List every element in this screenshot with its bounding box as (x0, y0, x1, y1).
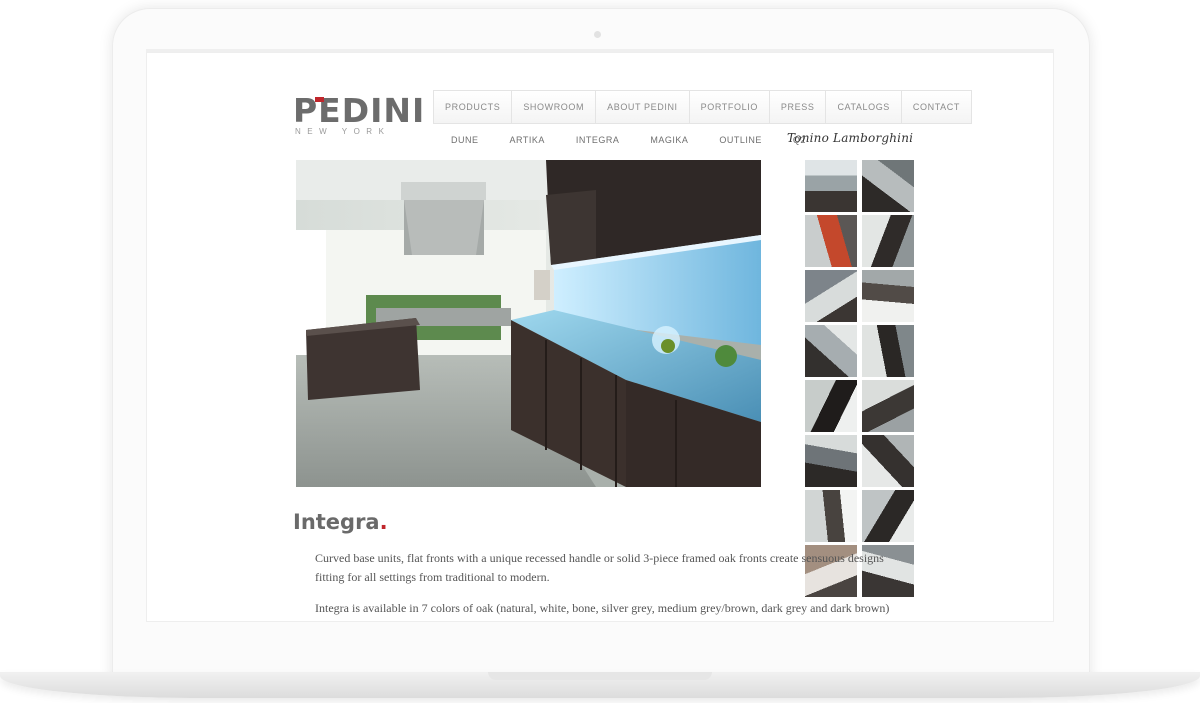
gallery-thumbnail[interactable] (862, 160, 914, 212)
page-title-dot: . (379, 510, 388, 534)
page-title: Integra. (293, 510, 388, 534)
nav-portfolio[interactable]: PORTFOLIO (690, 91, 770, 123)
subnav-outline[interactable]: OUTLINE (719, 135, 762, 145)
logo-accent-bar (315, 97, 324, 102)
gallery-thumbnail[interactable] (805, 160, 857, 212)
tonino-lamborghini-link[interactable]: Tonino Lamborghini (787, 131, 913, 145)
description-paragraph-1: Curved base units, flat fronts with a un… (315, 551, 884, 584)
nav-products[interactable]: PRODUCTS (434, 91, 513, 123)
thumbnail-gallery (805, 160, 914, 597)
gallery-thumbnail[interactable] (805, 215, 857, 267)
logo-text: PEDINI (293, 91, 426, 130)
subnav-dune[interactable]: DUNE (451, 135, 479, 145)
nav-press[interactable]: PRESS (770, 91, 827, 123)
main-nav: PRODUCTS SHOWROOM ABOUT PEDINI PORTFOLIO… (433, 90, 972, 124)
gallery-thumbnail[interactable] (862, 215, 914, 267)
subnav-magika[interactable]: MAGIKA (650, 135, 688, 145)
gallery-thumbnail[interactable] (862, 270, 914, 322)
description-paragraph-2: Integra is available in 7 colors of oak … (315, 601, 890, 615)
browser-screen: PEDINI NEW YORK PRODUCTS SHOWROOM ABOUT … (146, 49, 1054, 622)
gallery-thumbnail[interactable] (862, 490, 914, 542)
nav-showroom[interactable]: SHOWROOM (512, 91, 597, 123)
gallery-thumbnail[interactable] (805, 270, 857, 322)
gallery-thumbnail[interactable] (805, 380, 857, 432)
site-logo[interactable]: PEDINI NEW YORK (293, 94, 424, 136)
camera-dot (594, 31, 601, 38)
kitchen-photo-illustration (296, 160, 761, 487)
gallery-thumbnail[interactable] (805, 435, 857, 487)
nav-contact[interactable]: CONTACT (902, 91, 971, 123)
page-title-text: Integra (293, 510, 380, 534)
hero-kitchen-image (296, 160, 761, 487)
subnav-artika[interactable]: ARTIKA (510, 135, 545, 145)
gallery-thumbnail[interactable] (862, 435, 914, 487)
nav-catalogs[interactable]: CATALOGS (826, 91, 902, 123)
nav-about-pedini[interactable]: ABOUT PEDINI (596, 91, 690, 123)
subnav-integra[interactable]: INTEGRA (576, 135, 620, 145)
gallery-thumbnail[interactable] (805, 325, 857, 377)
gallery-thumbnail[interactable] (862, 325, 914, 377)
collection-nav: DUNE ARTIKA INTEGRA MAGIKA OUTLINE Q2 (451, 135, 837, 145)
laptop-base-notch (488, 672, 712, 680)
gallery-thumbnail[interactable] (862, 380, 914, 432)
gallery-thumbnail[interactable] (805, 490, 857, 542)
logo-wordmark: PEDINI (293, 94, 424, 127)
